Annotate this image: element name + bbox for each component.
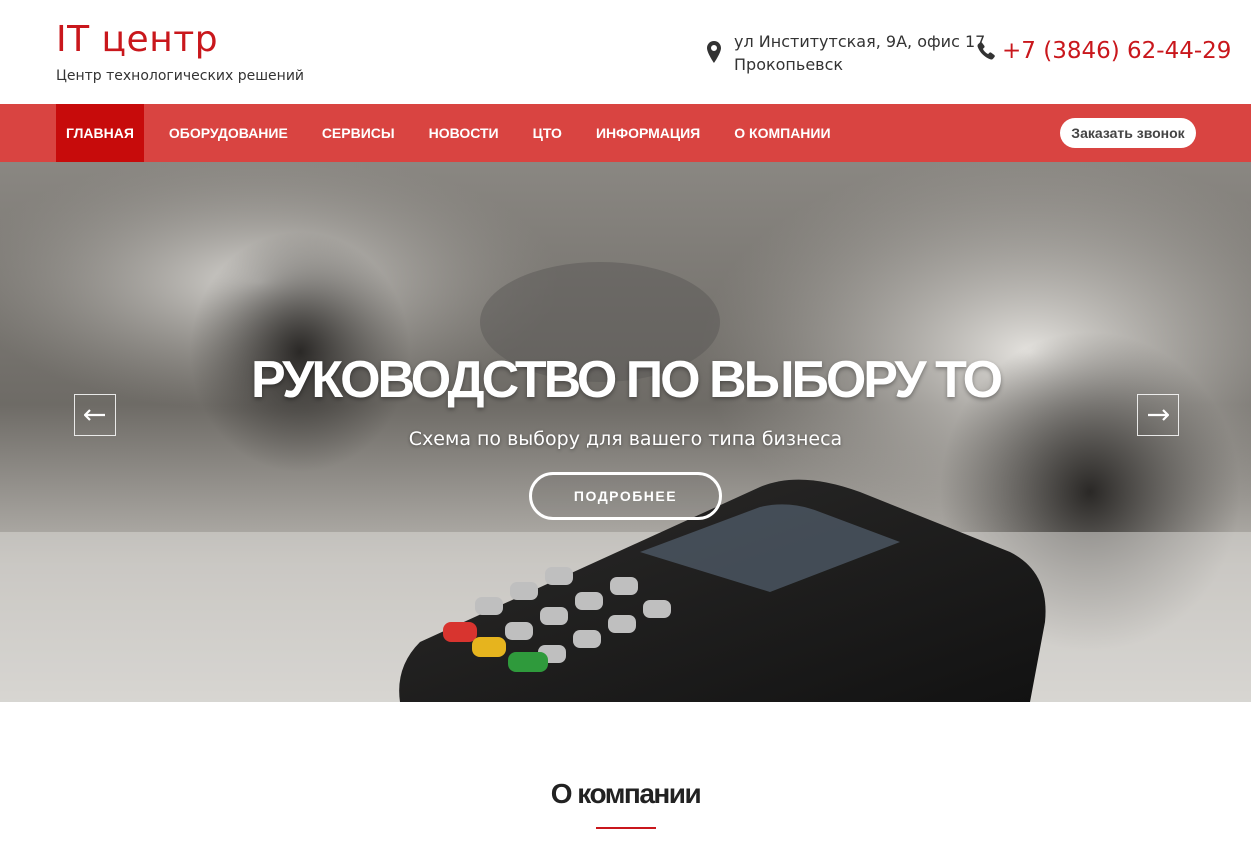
map-pin-icon [707,41,721,63]
hero-subtitle: Схема по выбору для вашего типа бизнеса [408,428,843,450]
hero-slider: РУКОВОДСТВО ПО ВЫБОРУ ТО Схема по выбору… [0,162,1251,702]
brand-subtitle: Центр технологических решений [56,68,305,84]
nav-item-cto[interactable]: ЦТО [516,104,579,162]
hero-title: РУКОВОДСТВО ПО ВЫБОРУ ТО [250,351,1003,409]
slider-next-button[interactable] [1137,394,1179,436]
about-section-title: О компании [550,778,702,809]
address-line-street: ул Институтская, 9А, офис 17 [734,32,986,51]
about-title-underline [596,827,656,829]
nav-menu: ГЛАВНАЯ ОБОРУДОВАНИЕ СЕРВИСЫ НОВОСТИ ЦТО… [56,104,848,162]
nav-item-information[interactable]: ИНФОРМАЦИЯ [579,104,717,162]
nav-item-about[interactable]: О КОМПАНИИ [717,104,847,162]
callback-button[interactable]: Заказать звонок [1060,118,1196,148]
nav-item-equipment[interactable]: ОБОРУДОВАНИЕ [152,104,305,162]
nav-item-news[interactable]: НОВОСТИ [412,104,516,162]
slider-prev-button[interactable] [74,394,116,436]
phone-number[interactable]: +7 (3846) 62-44-29 [1002,38,1231,64]
site-header: IT центр Центр технологических решений у… [0,0,1251,104]
address-block: ул Институтская, 9А, офис 17 Прокопьевск [707,30,985,76]
arrow-right-icon [1148,409,1169,421]
address-line-city: Прокопьевск [734,55,844,74]
arrow-left-icon [84,409,105,421]
main-navbar: ГЛАВНАЯ ОБОРУДОВАНИЕ СЕРВИСЫ НОВОСТИ ЦТО… [0,104,1251,162]
brand[interactable]: IT центр Центр технологических решений [56,20,305,85]
nav-item-services[interactable]: СЕРВИСЫ [305,104,412,162]
hero-more-button[interactable]: ПОДРОБНЕЕ [529,472,722,520]
phone-icon [977,42,995,60]
brand-title[interactable]: IT центр [56,20,304,60]
nav-item-home[interactable]: ГЛАВНАЯ [56,104,144,162]
phone-block[interactable]: +7 (3846) 62-44-29 [976,38,1231,64]
